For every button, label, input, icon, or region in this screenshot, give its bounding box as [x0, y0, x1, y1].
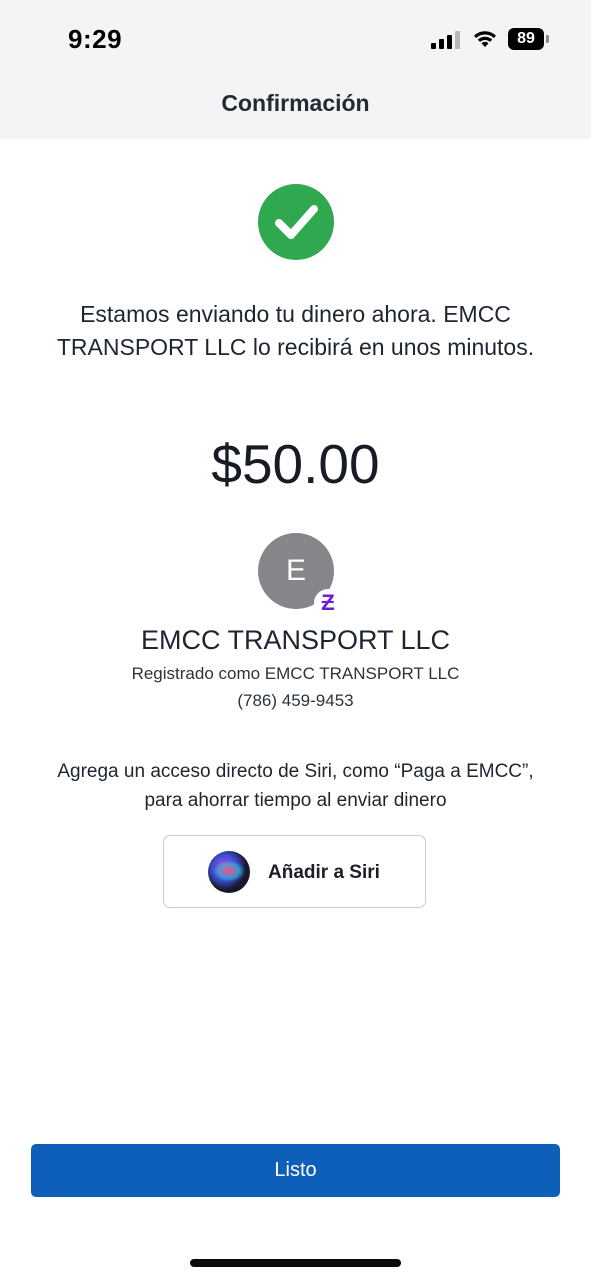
recipient-phone: (786) 459-9453 [237, 691, 354, 710]
home-indicator[interactable] [190, 1259, 401, 1267]
wifi-icon [474, 31, 496, 47]
top-bar: 9:29 89 Confirmación [0, 0, 591, 139]
siri-icon [208, 851, 250, 893]
confirmation-message: Estamos enviando tu dinero ahora. EMCC T… [56, 301, 535, 360]
amount: $50.00 [211, 433, 380, 495]
page-title: Confirmación [221, 90, 370, 116]
status-bar: 9:29 89 [0, 0, 591, 80]
zelle-icon: Ƶ [314, 589, 342, 617]
done-button[interactable]: Listo [31, 1144, 560, 1197]
battery-icon: 89 [508, 28, 552, 50]
battery-level: 89 [508, 28, 544, 50]
recipient-name: EMCC TRANSPORT LLC [140, 625, 451, 655]
siri-hint: Agrega un acceso directo de Siri, como “… [57, 761, 534, 811]
check-circle-icon [258, 184, 334, 260]
signal-icon [431, 31, 460, 49]
add-to-siri-button[interactable]: Añadir a Siri [163, 835, 426, 908]
status-time: 9:29 [68, 24, 123, 54]
battery-tip [546, 35, 549, 43]
registered-as: Registrado como EMCC TRANSPORT LLC [131, 664, 460, 683]
add-to-siri-label: Añadir a Siri [268, 862, 380, 883]
